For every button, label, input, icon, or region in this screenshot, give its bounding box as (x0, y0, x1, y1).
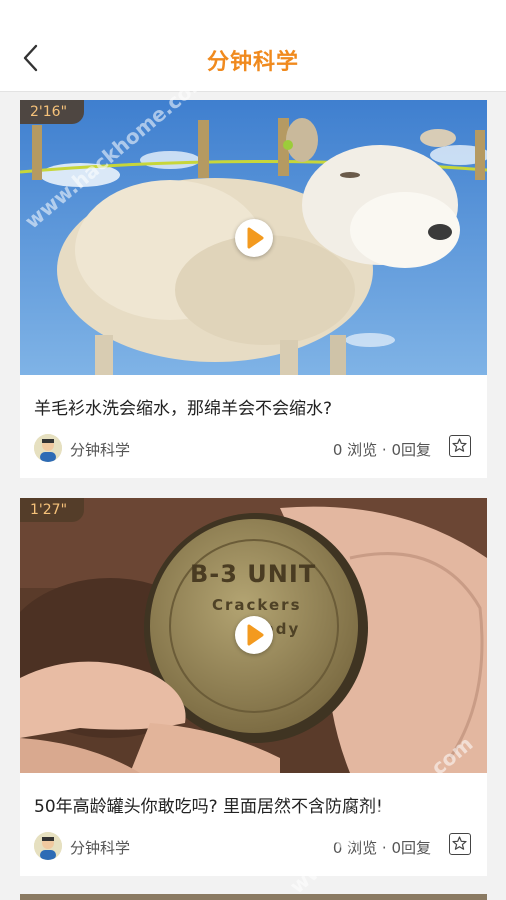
play-button[interactable] (235, 616, 273, 654)
video-meta: 分钟科学 0 浏览 · 0回复 (20, 832, 487, 868)
avatar-image (34, 434, 62, 462)
page-title: 分钟科学 (206, 50, 299, 75)
avatar-image (34, 832, 62, 860)
author-name[interactable]: 分钟科学 (70, 439, 130, 460)
avatar[interactable] (34, 832, 62, 860)
duration-badge: 2'16" (20, 100, 84, 124)
video-thumbnail[interactable]: 2'16" (20, 100, 487, 375)
video-thumbnail[interactable]: B-3 UNIT Crackers Candy 1'27" (20, 498, 487, 773)
play-icon (247, 624, 264, 646)
play-icon (247, 227, 264, 249)
video-card-partial[interactable] (20, 894, 487, 900)
video-card[interactable]: B-3 UNIT Crackers Candy 1'27" 50年高龄罐头你敢吃… (20, 498, 487, 876)
favorite-button[interactable] (449, 435, 471, 457)
video-meta: 分钟科学 0 浏览 · 0回复 (20, 434, 487, 470)
app-header: 分钟科学 (0, 0, 506, 92)
can-label-mid: Crackers (212, 596, 302, 614)
video-title[interactable]: 羊毛衫水洗会缩水，那绵羊会不会缩水? (34, 394, 473, 419)
star-icon (452, 438, 467, 452)
duration-badge: 1'27" (20, 498, 84, 522)
play-button[interactable] (235, 219, 273, 257)
avatar[interactable] (34, 434, 62, 462)
view-reply-stats: 0 浏览 · 0回复 (332, 441, 431, 459)
author-name[interactable]: 分钟科学 (70, 837, 130, 858)
favorite-button[interactable] (449, 833, 471, 855)
can-label-top: B-3 UNIT (190, 560, 317, 588)
star-icon (452, 836, 467, 850)
